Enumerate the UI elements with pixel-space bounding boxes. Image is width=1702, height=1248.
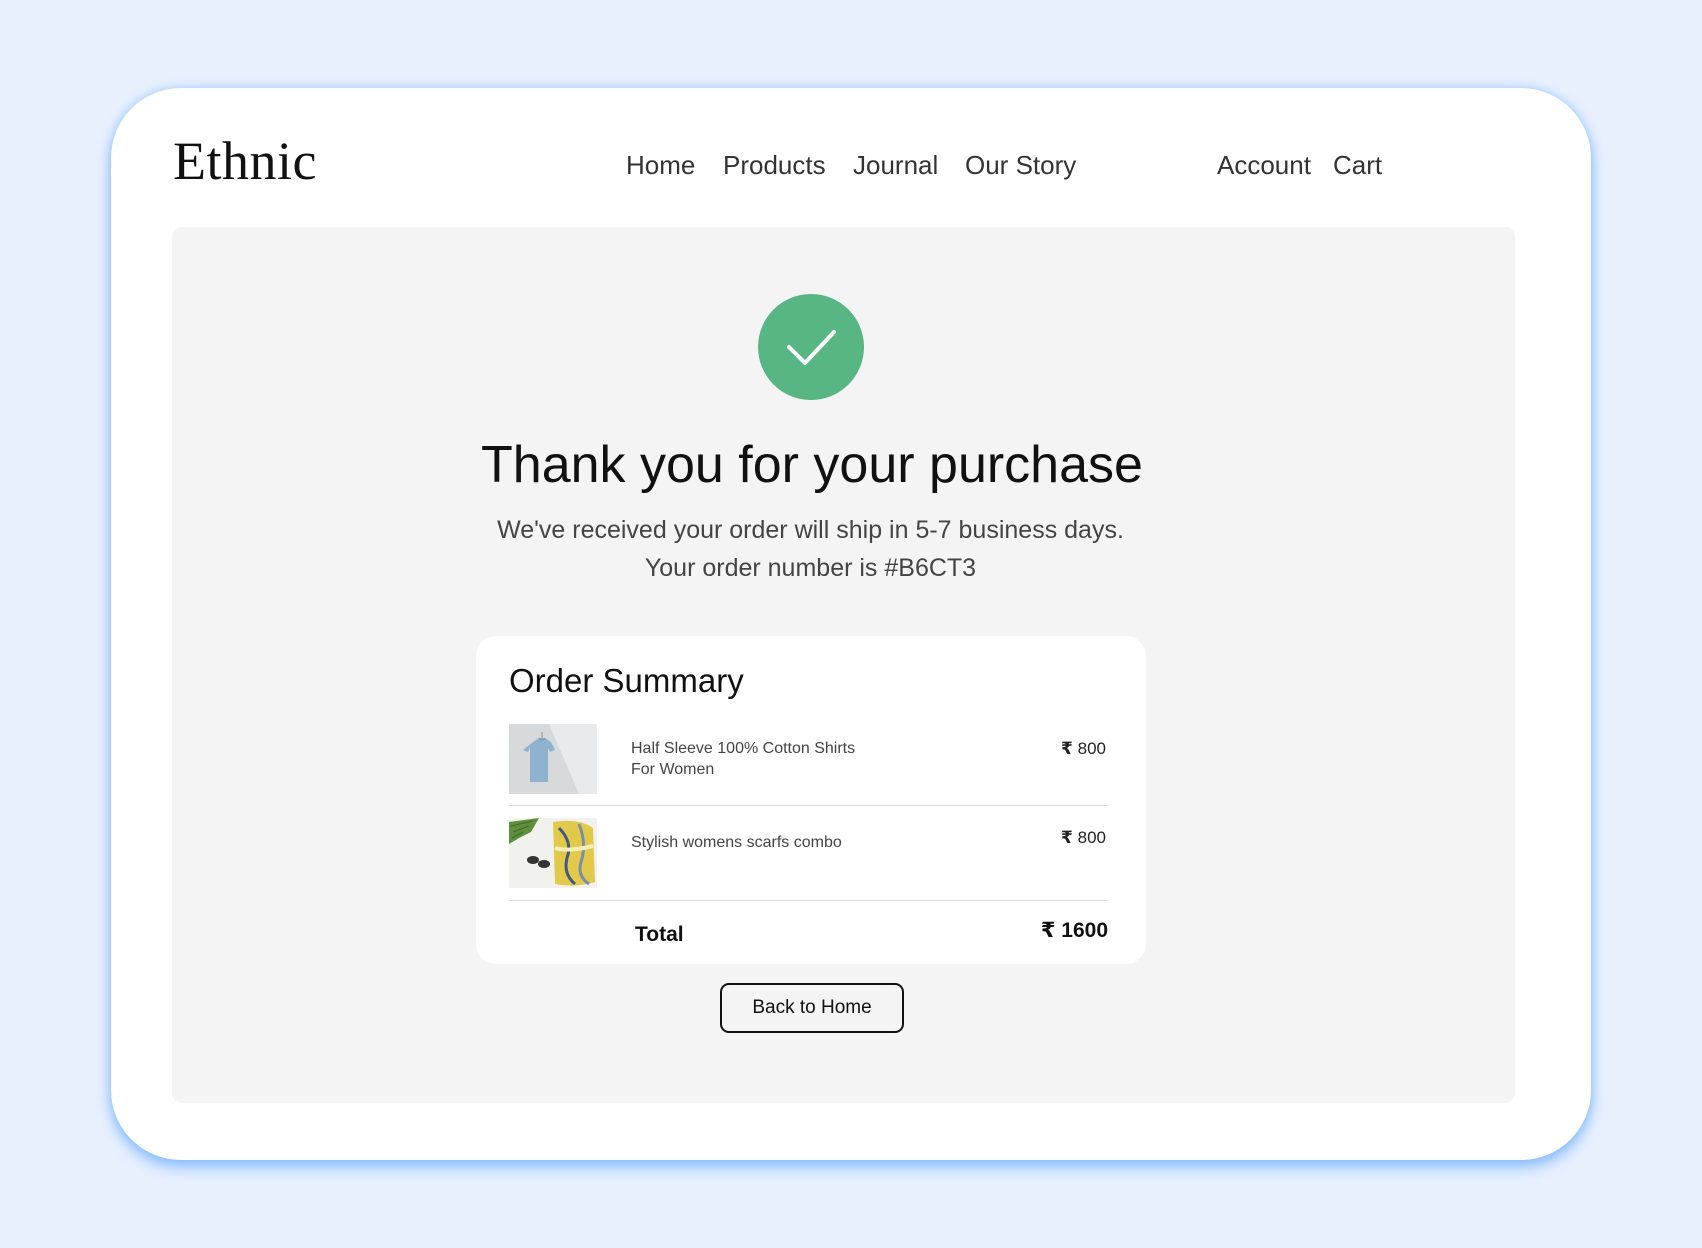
shipping-message: We've received your order will ship in 5… bbox=[497, 516, 1124, 544]
rupee-icon: ₹ bbox=[1040, 919, 1056, 942]
rupee-icon: ₹ bbox=[1061, 739, 1073, 758]
back-to-home-button[interactable]: Back to Home bbox=[720, 983, 904, 1033]
nav-link-home[interactable]: Home bbox=[626, 150, 695, 181]
nav-link-products[interactable]: Products bbox=[723, 150, 826, 181]
order-summary-card: Order Summary Half Sleeve 100% Cotton Sh… bbox=[476, 636, 1146, 964]
rupee-icon: ₹ bbox=[1061, 828, 1073, 847]
order-summary-title: Order Summary bbox=[509, 662, 744, 699]
item-price: ₹ 800 bbox=[1061, 739, 1106, 758]
nav-account-link[interactable]: Account bbox=[1217, 150, 1311, 181]
total-label: Total bbox=[635, 923, 684, 946]
checkmark-icon bbox=[758, 294, 864, 400]
total-value: ₹ 1600 bbox=[1040, 919, 1108, 942]
nav-link-our-story[interactable]: Our Story bbox=[965, 150, 1076, 181]
nav-cart-link[interactable]: Cart bbox=[1333, 150, 1382, 181]
nav-link-journal[interactable]: Journal bbox=[853, 150, 938, 181]
divider bbox=[509, 900, 1109, 901]
confirmation-panel: Thank you for your purchase We've receiv… bbox=[172, 227, 1515, 1103]
product-thumbnail-scarf bbox=[509, 818, 597, 888]
item-price: ₹ 800 bbox=[1061, 828, 1106, 847]
page-title: Thank you for your purchase bbox=[481, 436, 1143, 494]
divider bbox=[509, 805, 1109, 806]
product-thumbnail-shirt bbox=[509, 724, 597, 794]
item-name: Half Sleeve 100% Cotton Shirts For Women bbox=[631, 740, 856, 778]
item-name: Stylish womens scarfs combo bbox=[631, 834, 842, 851]
order-number-text: Your order number is #B6CT3 bbox=[644, 554, 977, 582]
app-window: Ethnic Home Products Journal Our Story A… bbox=[111, 88, 1591, 1160]
brand-logo[interactable]: Ethnic bbox=[173, 130, 317, 192]
